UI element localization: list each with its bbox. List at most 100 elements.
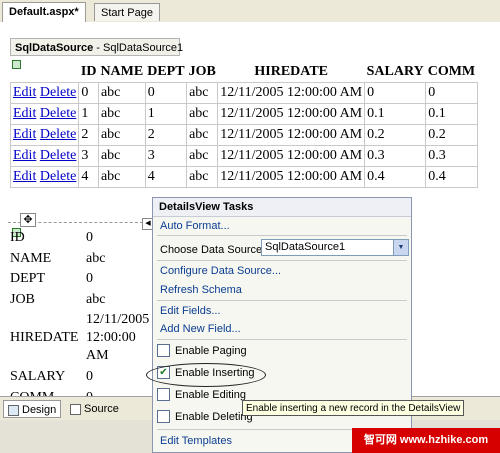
cell-comm: 0.3: [425, 145, 478, 167]
tasks-panel-title: DetailsView Tasks: [153, 198, 411, 217]
grid-header-salary: SALARY: [366, 64, 424, 79]
datasource-separator: -: [93, 42, 104, 54]
table-row: Edit Delete 0 abc 0 abc 12/11/2005 12:00…: [9, 82, 478, 104]
field-label: HIREDATE: [10, 330, 79, 345]
delete-link[interactable]: Delete: [40, 85, 77, 100]
divider: [157, 300, 407, 301]
cell-id: 2: [78, 124, 99, 146]
cell-comm: 0.2: [425, 124, 478, 146]
design-view-icon: [8, 405, 19, 416]
cell-hiredate: 12/11/2005 12:00:00 AM: [217, 103, 366, 125]
cell-job: abc: [186, 82, 219, 104]
cell-id: 3: [78, 145, 99, 167]
enable-paging-option[interactable]: Enable Paging: [157, 342, 247, 360]
grid-header-comm: COMM: [427, 64, 476, 79]
table-row: Edit Delete 2 abc 2 abc 12/11/2005 12:00…: [9, 124, 478, 146]
divider: [157, 260, 407, 261]
sqldatasource-control[interactable]: SqlDataSource - SqlDataSource1: [10, 38, 183, 56]
edit-link[interactable]: Edit: [13, 106, 36, 121]
edit-templates-link[interactable]: Edit Templates: [160, 435, 232, 447]
cell-id: 0: [78, 82, 99, 104]
cell-id: 4: [78, 166, 99, 188]
cell-hiredate: 12/11/2005 12:00:00 AM: [217, 82, 366, 104]
source-view-tab[interactable]: Source: [66, 400, 126, 418]
field-value: abc: [86, 251, 106, 266]
configure-data-source-link[interactable]: Configure Data Source...: [160, 265, 281, 277]
divider: [157, 235, 407, 236]
chevron-down-icon[interactable]: ▼: [393, 240, 408, 255]
cell-name: abc: [97, 82, 146, 104]
edit-link[interactable]: Edit: [13, 127, 36, 142]
cell-salary: 0.2: [364, 124, 427, 146]
table-row: Edit Delete 4 abc 4 abc 12/11/2005 12:00…: [9, 166, 478, 188]
data-source-select[interactable]: SqlDataSource1 ▼: [261, 239, 409, 256]
document-tab-strip: Default.aspx* Start Page: [0, 0, 500, 23]
delete-link[interactable]: Delete: [40, 127, 77, 142]
edit-link[interactable]: Edit: [13, 169, 36, 184]
grid-header-commands: [11, 62, 79, 83]
cell-comm: 0.4: [425, 166, 478, 188]
cell-dept: 3: [144, 145, 188, 167]
grid-header-id: ID: [80, 64, 97, 79]
cell-comm: 0: [425, 82, 478, 104]
cell-dept: 1: [144, 103, 188, 125]
source-view-icon: [70, 404, 81, 415]
cell-salary: 0: [364, 82, 427, 104]
edit-link[interactable]: Edit: [13, 85, 36, 100]
field-label: ID: [10, 230, 25, 245]
cell-id: 1: [78, 103, 99, 125]
enable-paging-checkbox[interactable]: [157, 343, 170, 357]
cell-dept: 0: [144, 82, 188, 104]
enable-deleting-option[interactable]: Enable Deleting: [157, 408, 253, 426]
cell-hiredate: 12/11/2005 12:00:00 AM: [217, 124, 366, 146]
edit-link[interactable]: Edit: [13, 148, 36, 163]
add-new-field-link[interactable]: Add New Field...: [160, 323, 241, 335]
grid-header-dept: DEPT: [147, 64, 185, 79]
tab-start-page[interactable]: Start Page: [94, 3, 160, 21]
move-handle-icon[interactable]: ✥: [20, 213, 36, 227]
cell-job: abc: [186, 103, 219, 125]
cell-salary: 0.3: [364, 145, 427, 167]
cell-name: abc: [97, 145, 146, 167]
field-label: DEPT: [10, 271, 45, 286]
field-label: SALARY: [10, 369, 66, 384]
data-source-value: SqlDataSource1: [265, 241, 346, 253]
field-value-line: AM: [86, 348, 109, 363]
cell-salary: 0.1: [364, 103, 427, 125]
design-view-tab[interactable]: Design: [3, 400, 61, 418]
field-value-line: 12/11/2005: [86, 312, 150, 327]
tab-default-aspx[interactable]: Default.aspx*: [2, 2, 86, 22]
cell-job: abc: [186, 124, 219, 146]
refresh-schema-link[interactable]: Refresh Schema: [160, 284, 242, 296]
field-value: 0: [86, 271, 93, 286]
delete-link[interactable]: Delete: [40, 106, 77, 121]
enable-paging-label: Enable Paging: [175, 345, 247, 357]
table-row: Edit Delete 3 abc 3 abc 12/11/2005 12:00…: [9, 145, 478, 167]
enable-editing-label: Enable Editing: [175, 389, 246, 401]
gridview: ID NAME DEPT JOB HIREDATE SALARY COMM Ed…: [9, 62, 478, 188]
enable-editing-option[interactable]: Enable Editing: [157, 386, 246, 404]
delete-link[interactable]: Delete: [40, 169, 77, 184]
cell-comm: 0.1: [425, 103, 478, 125]
tooltip: Enable inserting a new record in the Det…: [242, 400, 464, 416]
field-label: JOB: [10, 292, 35, 307]
watermark: 智可网 www.hzhike.com: [352, 428, 500, 453]
grid-header-name: NAME: [100, 64, 144, 79]
edit-fields-link[interactable]: Edit Fields...: [160, 305, 221, 317]
grid-header-job: JOB: [188, 64, 216, 79]
highlight-ellipse: [146, 363, 266, 387]
cell-dept: 4: [144, 166, 188, 188]
grid-header-hiredate: HIREDATE: [254, 64, 329, 79]
field-value: 0: [86, 230, 93, 245]
auto-format-link[interactable]: Auto Format...: [160, 220, 230, 232]
cell-job: abc: [186, 145, 219, 167]
cell-job: abc: [186, 166, 219, 188]
cell-name: abc: [97, 124, 146, 146]
cell-name: abc: [97, 103, 146, 125]
cell-salary: 0.4: [364, 166, 427, 188]
field-label: NAME: [10, 251, 52, 266]
delete-link[interactable]: Delete: [40, 148, 77, 163]
enable-deleting-checkbox[interactable]: [157, 409, 170, 423]
field-value: 0: [86, 369, 93, 384]
enable-editing-checkbox[interactable]: [157, 387, 170, 401]
